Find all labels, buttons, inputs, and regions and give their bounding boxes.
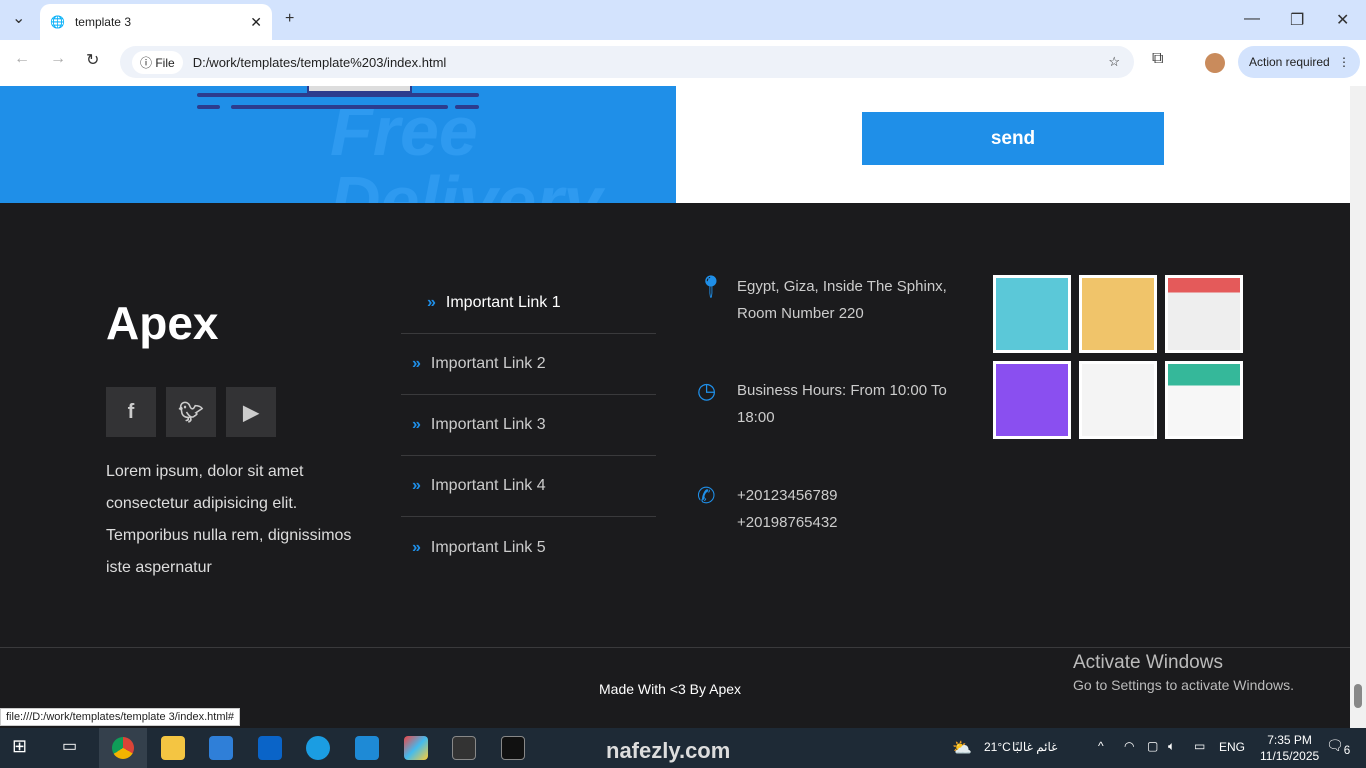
camera-icon[interactable]: ▢ [1147, 739, 1158, 753]
tab-search-icon[interactable]: ⌄ [12, 8, 25, 28]
outlook-icon[interactable] [258, 736, 282, 760]
gallery-image[interactable] [1079, 361, 1157, 439]
footer-link[interactable]: » Important Link 1 [401, 273, 656, 334]
contact-hours: ◷ Business Hours: From 10:00 To 18:00 [697, 377, 957, 431]
scrollbar-thumb[interactable] [1354, 684, 1362, 708]
nafezly-watermark: nafezly.com [606, 738, 731, 763]
weather-temp[interactable]: 21°C [984, 740, 1011, 754]
minimize-icon[interactable]: — [1244, 10, 1260, 28]
restore-icon[interactable]: ❐ [1290, 10, 1304, 30]
site-info-chip[interactable]: ⓘ File [132, 50, 183, 74]
contact-form: send [676, 86, 1350, 203]
gallery-image[interactable] [1165, 361, 1243, 439]
illustration-laptop [307, 86, 412, 93]
edge-icon[interactable] [306, 736, 330, 760]
double-chevron-icon: » [412, 477, 421, 494]
new-tab-icon[interactable]: + [285, 10, 294, 28]
send-button[interactable]: send [862, 112, 1164, 165]
phone-icon: ✆ [697, 483, 716, 508]
double-chevron-icon: » [412, 355, 421, 372]
url-text: D:/work/templates/template%203/index.htm… [192, 54, 447, 70]
footer-description: Lorem ipsum, dolor sit amet consectetur … [106, 463, 352, 576]
illustration-line [231, 105, 448, 109]
menu-dots-icon[interactable]: ⋮ [1338, 55, 1350, 69]
illustration-line [455, 105, 479, 109]
double-chevron-icon: » [427, 294, 436, 311]
taskbar: ⊞ ▭ nafezly.com ⛅ 21°C غائم غالبًا ^ ◠ ▢… [0, 728, 1366, 768]
illustration-line [197, 105, 220, 109]
forward-icon[interactable]: → [50, 50, 66, 68]
close-tab-icon[interactable]: ✕ [250, 14, 262, 31]
page: Free Delivery send Apex f 🐦︎ ▶ Lorem ips… [0, 86, 1350, 728]
tab-active[interactable]: 🌐 template 3 ✕ [40, 4, 272, 40]
youtube-icon[interactable]: ▶ [226, 387, 276, 437]
footer-link[interactable]: » Important Link 3 [401, 395, 656, 456]
store-icon[interactable] [209, 736, 233, 760]
wifi-icon[interactable]: ◠ [1124, 739, 1134, 753]
weather-desc[interactable]: غائم غالبًا [1012, 740, 1057, 754]
tray-chevron-icon[interactable]: ^ [1098, 739, 1104, 753]
gallery-image[interactable] [993, 275, 1071, 353]
battery-icon[interactable]: ▭ [1194, 739, 1205, 753]
tab-bar: ⌄ 🌐 template 3 ✕ + — ❐ ✕ [0, 0, 1366, 40]
cmd-icon[interactable] [501, 736, 525, 760]
copyright-text: Made With <3 By Apex [599, 681, 742, 697]
illustration-line [197, 93, 479, 97]
footer-gallery [993, 275, 1243, 439]
gallery-image[interactable] [993, 361, 1071, 439]
bookmark-star-icon[interactable]: ☆ [1108, 54, 1120, 70]
footer-links: » Important Link 1 » Important Link 2 » Imp… [401, 273, 656, 578]
globe-icon: 🌐 [50, 15, 65, 29]
banner-ghost-text: Free Delivery [330, 92, 603, 203]
close-window-icon[interactable]: ✕ [1336, 10, 1349, 30]
windows-start-icon[interactable]: ⊞ [12, 736, 36, 760]
chrome-icon [112, 737, 134, 759]
url-input[interactable]: ⓘ File D:/work/templates/template%203/in… [120, 46, 1134, 78]
volume-icon[interactable]: 🔈︎ [1168, 739, 1175, 754]
contact-address: 📍︎ Egypt, Giza, Inside The Sphinx, Room N… [697, 273, 957, 327]
tab-title: template 3 [74, 15, 131, 29]
free-delivery-banner: Free Delivery [0, 86, 676, 203]
activate-windows-watermark: Activate Windows Go to Settings to activa… [1073, 652, 1294, 693]
clock-icon: ◷ [697, 378, 717, 403]
gallery-image[interactable] [1079, 275, 1157, 353]
location-pin-icon: 📍︎ [697, 274, 725, 299]
twitter-icon[interactable]: 🐦︎ [166, 387, 216, 437]
extensions-icon[interactable]: ⧉ [1152, 50, 1163, 68]
facebook-icon[interactable]: f [106, 387, 156, 437]
reload-icon[interactable]: ↻ [86, 50, 99, 70]
footer-link[interactable]: » Important Link 2 [401, 334, 656, 395]
weather-icon[interactable]: ⛅ [952, 738, 972, 758]
back-icon[interactable]: ← [14, 50, 30, 68]
footer-link[interactable]: » Important Link 5 [401, 517, 656, 578]
gallery-image[interactable] [1165, 275, 1243, 353]
footer-divider [0, 647, 1350, 648]
action-required-button[interactable]: Action required ⋮ [1238, 46, 1360, 78]
contact-phones: ✆ +20123456789 +20198765432 [697, 482, 838, 536]
m365-icon[interactable] [404, 736, 428, 760]
chrome-taskbar-button[interactable] [99, 728, 147, 768]
notifications-icon[interactable]: 🗨︎6 [1326, 737, 1350, 757]
address-bar: ← → ↻ ⓘ File D:/work/templates/template%… [0, 40, 1366, 86]
double-chevron-icon: » [412, 416, 421, 433]
profile-avatar[interactable] [1205, 53, 1225, 73]
footer-logo: Apex [106, 297, 219, 349]
vscode-icon[interactable] [355, 736, 379, 760]
language-indicator[interactable]: ENG [1219, 740, 1245, 754]
double-chevron-icon: » [412, 538, 421, 556]
clock[interactable]: 7:35 PM 11/15/2025 [1260, 732, 1319, 764]
scrollbar[interactable] [1350, 86, 1366, 728]
task-view-icon[interactable]: ▭ [62, 736, 86, 760]
status-bar-url: file:///D:/work/templates/template 3/ind… [0, 708, 241, 726]
file-explorer-icon[interactable] [161, 736, 185, 760]
terminal-icon[interactable] [452, 736, 476, 760]
footer-link[interactable]: » Important Link 4 [401, 456, 656, 517]
